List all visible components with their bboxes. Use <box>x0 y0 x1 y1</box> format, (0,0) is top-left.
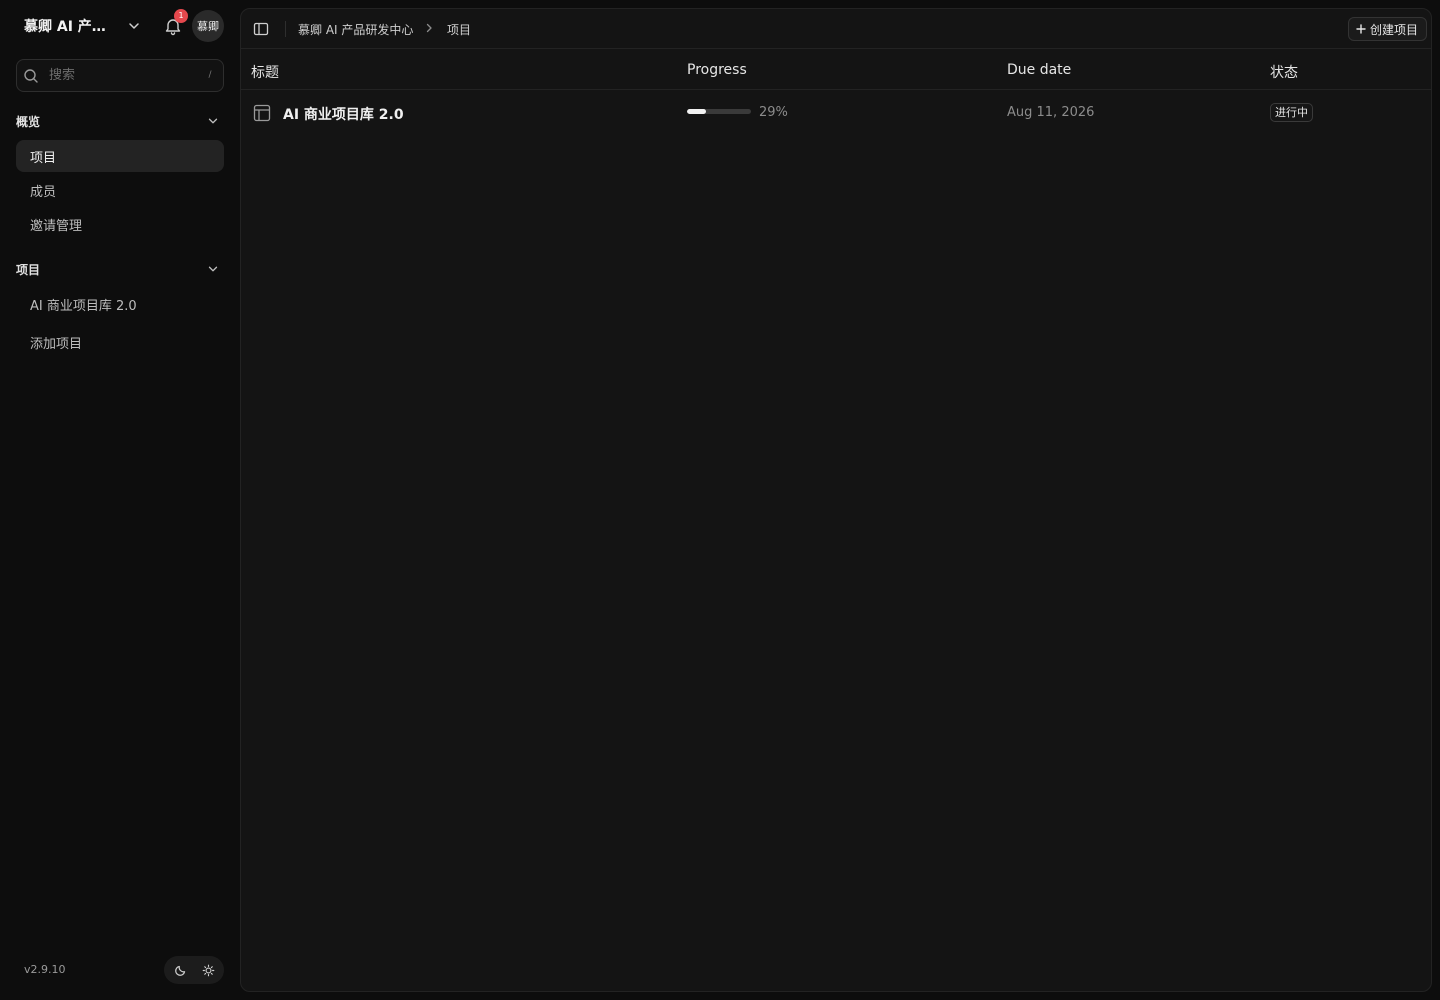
section-title: 项目 <box>16 262 41 277</box>
sidebar-item-projects[interactable]: 项目 <box>16 140 224 172</box>
chevron-down-icon <box>208 266 218 272</box>
sun-icon <box>202 964 214 976</box>
column-header-title[interactable]: 标题 <box>251 62 279 82</box>
search-input[interactable] <box>49 60 199 91</box>
sidebar-item-label: 项目 <box>30 150 57 166</box>
create-project-label: 创建项目 <box>1369 22 1418 37</box>
breadcrumb-projects[interactable]: 项目 <box>447 21 471 38</box>
sidebar-item-label: 添加项目 <box>30 336 83 352</box>
progress-percent: 29% <box>759 105 788 120</box>
status-badge[interactable]: 进行中 <box>1270 103 1313 122</box>
topbar-divider <box>285 21 286 37</box>
chevron-down-icon <box>129 23 139 29</box>
topbar: 慕卿 AI 产品研发中心 项目 创建项目 <box>241 9 1431 49</box>
progress-bar-fill <box>687 109 706 114</box>
app-root: 慕卿 AI 产品研发中心 1 慕卿 / 概览 项目 成员 邀请管理 项目 <box>0 0 1440 1000</box>
sidebar: 慕卿 AI 产品研发中心 1 慕卿 / 概览 项目 成员 邀请管理 项目 <box>0 0 240 1000</box>
create-project-button[interactable]: 创建项目 <box>1347 17 1427 41</box>
section-header-projects[interactable]: 项目 <box>16 259 224 279</box>
table-header: 标题 Progress Due date 状态 <box>241 50 1431 90</box>
column-header-progress[interactable]: Progress <box>687 62 747 78</box>
light-theme-button[interactable] <box>198 960 218 980</box>
chevron-right-icon <box>426 23 432 33</box>
workspace-name: 慕卿 AI 产品研发中心 <box>24 19 118 35</box>
section-title: 概览 <box>16 114 41 129</box>
table-row[interactable]: AI 商业项目库 2.0 29% Aug 11, 2026 进行中 <box>241 91 1431 135</box>
section-header-overview[interactable]: 概览 <box>16 111 224 131</box>
sidebar-item-invitations[interactable]: 邀请管理 <box>16 208 224 240</box>
app-version: v2.9.10 <box>24 963 66 976</box>
plus-icon <box>1356 24 1366 34</box>
sidebar-item-label: 成员 <box>30 184 57 200</box>
breadcrumb-workspace[interactable]: 慕卿 AI 产品研发中心 <box>298 21 413 38</box>
sidebar-toggle-icon[interactable] <box>253 21 269 37</box>
sidebar-item-project-ai-library[interactable]: AI 商业项目库 2.0 <box>16 288 224 320</box>
sidebar-item-label: AI 商业项目库 2.0 <box>30 298 137 314</box>
avatar[interactable]: 慕卿 <box>192 10 224 42</box>
due-date: Aug 11, 2026 <box>1007 105 1095 120</box>
search-shortcut-hint: / <box>208 70 212 80</box>
column-header-status[interactable]: 状态 <box>1270 62 1298 82</box>
search-box: / <box>16 59 224 92</box>
progress-bar <box>687 109 751 114</box>
search-icon <box>24 69 38 83</box>
workspace-header: 慕卿 AI 产品研发中心 1 慕卿 <box>16 9 224 42</box>
sidebar-item-add-project[interactable]: 添加项目 <box>16 326 224 358</box>
table-layout-icon <box>253 104 271 122</box>
chevron-down-icon <box>208 118 218 124</box>
project-title[interactable]: AI 商业项目库 2.0 <box>283 104 404 124</box>
sidebar-item-label: 邀请管理 <box>30 218 83 234</box>
main-panel: 慕卿 AI 产品研发中心 项目 创建项目 标题 Progress Due dat… <box>240 8 1432 992</box>
notification-badge: 1 <box>174 9 188 23</box>
moon-icon <box>174 965 185 976</box>
dark-theme-button[interactable] <box>170 960 190 980</box>
workspace-switcher[interactable]: 慕卿 AI 产品研发中心 <box>16 10 150 42</box>
sidebar-item-members[interactable]: 成员 <box>16 174 224 206</box>
theme-toggle <box>164 956 224 984</box>
column-header-due-date[interactable]: Due date <box>1007 62 1071 78</box>
